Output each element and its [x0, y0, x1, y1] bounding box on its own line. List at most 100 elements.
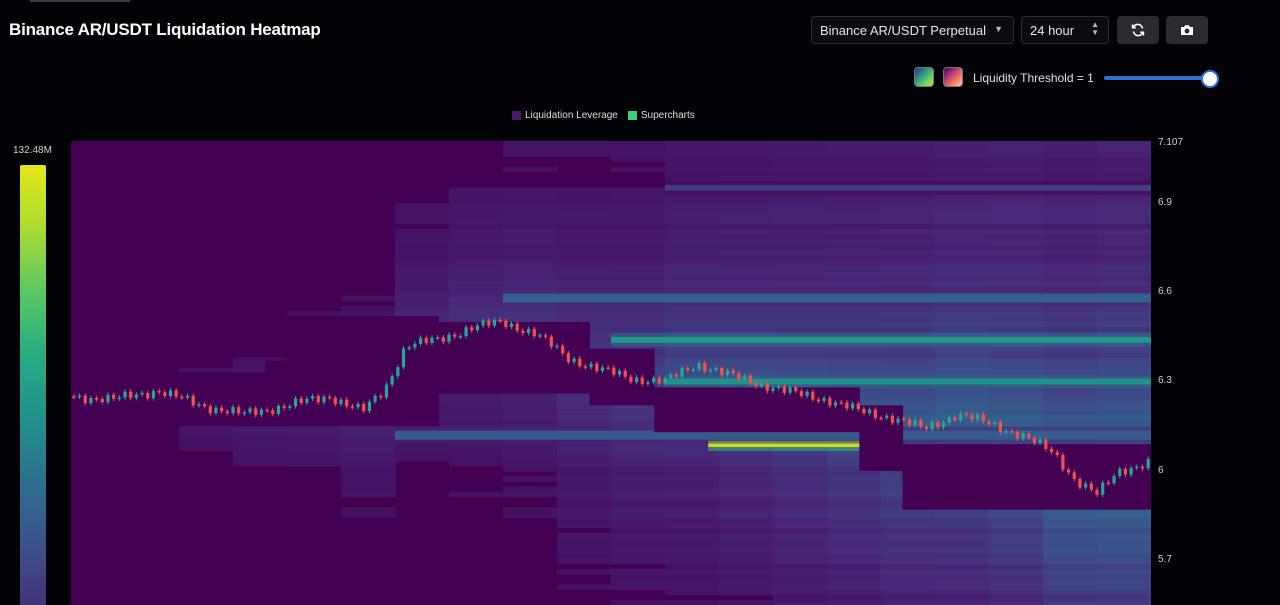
heat-cell [611, 450, 666, 457]
exchange-select[interactable]: Binance AR/USDT Perpetual ▼ [811, 16, 1014, 44]
heat-cell [665, 213, 720, 219]
heat-cell [719, 491, 774, 498]
heat-cell [881, 548, 936, 555]
heat-cell [665, 476, 720, 482]
heat-cell [1097, 156, 1151, 163]
heat-cell [719, 522, 774, 529]
heat-cell [719, 326, 774, 333]
heat-cell [935, 553, 990, 560]
heat-cell [611, 192, 666, 199]
heat-cell [503, 311, 558, 317]
heat-cell [557, 187, 612, 194]
heat-cell [935, 403, 990, 410]
heat-cell [881, 208, 936, 214]
candle-body [396, 367, 400, 377]
heat-cell [989, 553, 1044, 560]
heat-cell [449, 491, 504, 498]
heat-cell [827, 548, 882, 555]
heat-cell [827, 311, 882, 317]
heat-cell [719, 197, 774, 204]
heat-cell [665, 507, 720, 513]
candle-body [913, 420, 917, 426]
candle-body [1061, 454, 1065, 470]
heat-cell [773, 543, 828, 549]
candle-body [322, 396, 326, 403]
candle-body [578, 358, 582, 367]
heat-cell [827, 347, 882, 353]
heat-cell [449, 202, 504, 209]
liquidation-band [665, 378, 1151, 385]
heat-cell [449, 249, 504, 256]
candle-body [185, 395, 190, 398]
heat-cell [989, 563, 1044, 570]
heat-cell [1043, 362, 1098, 369]
heat-cell [665, 357, 720, 364]
heat-cell [827, 496, 882, 503]
heat-cell [1043, 532, 1098, 539]
candle-body [941, 422, 946, 428]
heat-cell [1097, 594, 1151, 601]
heat-cell [827, 259, 882, 266]
heat-cell [503, 419, 558, 426]
heat-cell [935, 166, 990, 173]
heat-cell [665, 517, 720, 524]
liquidation-heatmap[interactable] [71, 141, 1151, 605]
heat-cell [773, 486, 828, 493]
heat-cell [1097, 166, 1151, 173]
heat-cell [611, 321, 666, 328]
heat-cell [773, 264, 828, 271]
heat-cell [1043, 568, 1098, 575]
heat-cell [503, 244, 558, 250]
heat-cell [611, 259, 666, 266]
heat-cell [1097, 223, 1151, 230]
heat-cell [881, 326, 936, 333]
heat-cell [557, 238, 612, 245]
heat-cell [935, 367, 990, 374]
heat-cell [827, 574, 882, 580]
heat-cell [611, 553, 666, 560]
candle-body [350, 406, 354, 408]
threshold-slider-track[interactable] [1104, 76, 1208, 80]
heat-cell [395, 208, 450, 214]
viridis-palette-button[interactable] [914, 67, 934, 87]
heat-cell [881, 264, 936, 271]
candle-body [72, 396, 76, 398]
refresh-button[interactable] [1117, 16, 1159, 44]
magma-palette-button[interactable] [943, 67, 963, 87]
heat-cell [287, 440, 342, 446]
heat-cell [1043, 305, 1098, 312]
candle-body [998, 422, 1002, 433]
heat-cell [773, 553, 828, 560]
camera-button[interactable] [1166, 16, 1208, 44]
candle-body [112, 394, 116, 399]
heat-cell [827, 579, 882, 585]
heat-cell [665, 470, 720, 477]
candle-body [890, 415, 894, 423]
heat-cell [827, 352, 882, 359]
heat-cell [935, 202, 990, 209]
heat-cell [1097, 264, 1151, 271]
heat-cell [1043, 403, 1098, 410]
candle-body [441, 337, 445, 342]
heat-cell [827, 151, 882, 158]
legend-item-liquidation-leverage[interactable]: Liquidation Leverage [512, 110, 618, 121]
threshold-slider-thumb[interactable] [1201, 70, 1219, 88]
heat-cell [395, 290, 450, 297]
heat-cell [665, 589, 720, 596]
heat-cell [1097, 233, 1151, 240]
heat-cell [665, 568, 720, 575]
heat-cell [827, 362, 882, 369]
heat-cell [773, 599, 828, 605]
liquidation-band [611, 336, 1151, 343]
heat-cell [341, 465, 396, 472]
chart-legend: Liquidation Leverage Supercharts [512, 110, 695, 121]
heat-cell [1097, 213, 1151, 219]
period-select[interactable]: 24 hour ▲ ▼ [1021, 16, 1109, 44]
heat-cell [395, 300, 450, 307]
heat-cell [1097, 218, 1151, 225]
heat-cell [935, 558, 990, 565]
heat-cell [773, 305, 828, 312]
heat-cell [611, 455, 666, 462]
heat-cell [881, 579, 936, 585]
legend-item-supercharts[interactable]: Supercharts [627, 110, 695, 121]
